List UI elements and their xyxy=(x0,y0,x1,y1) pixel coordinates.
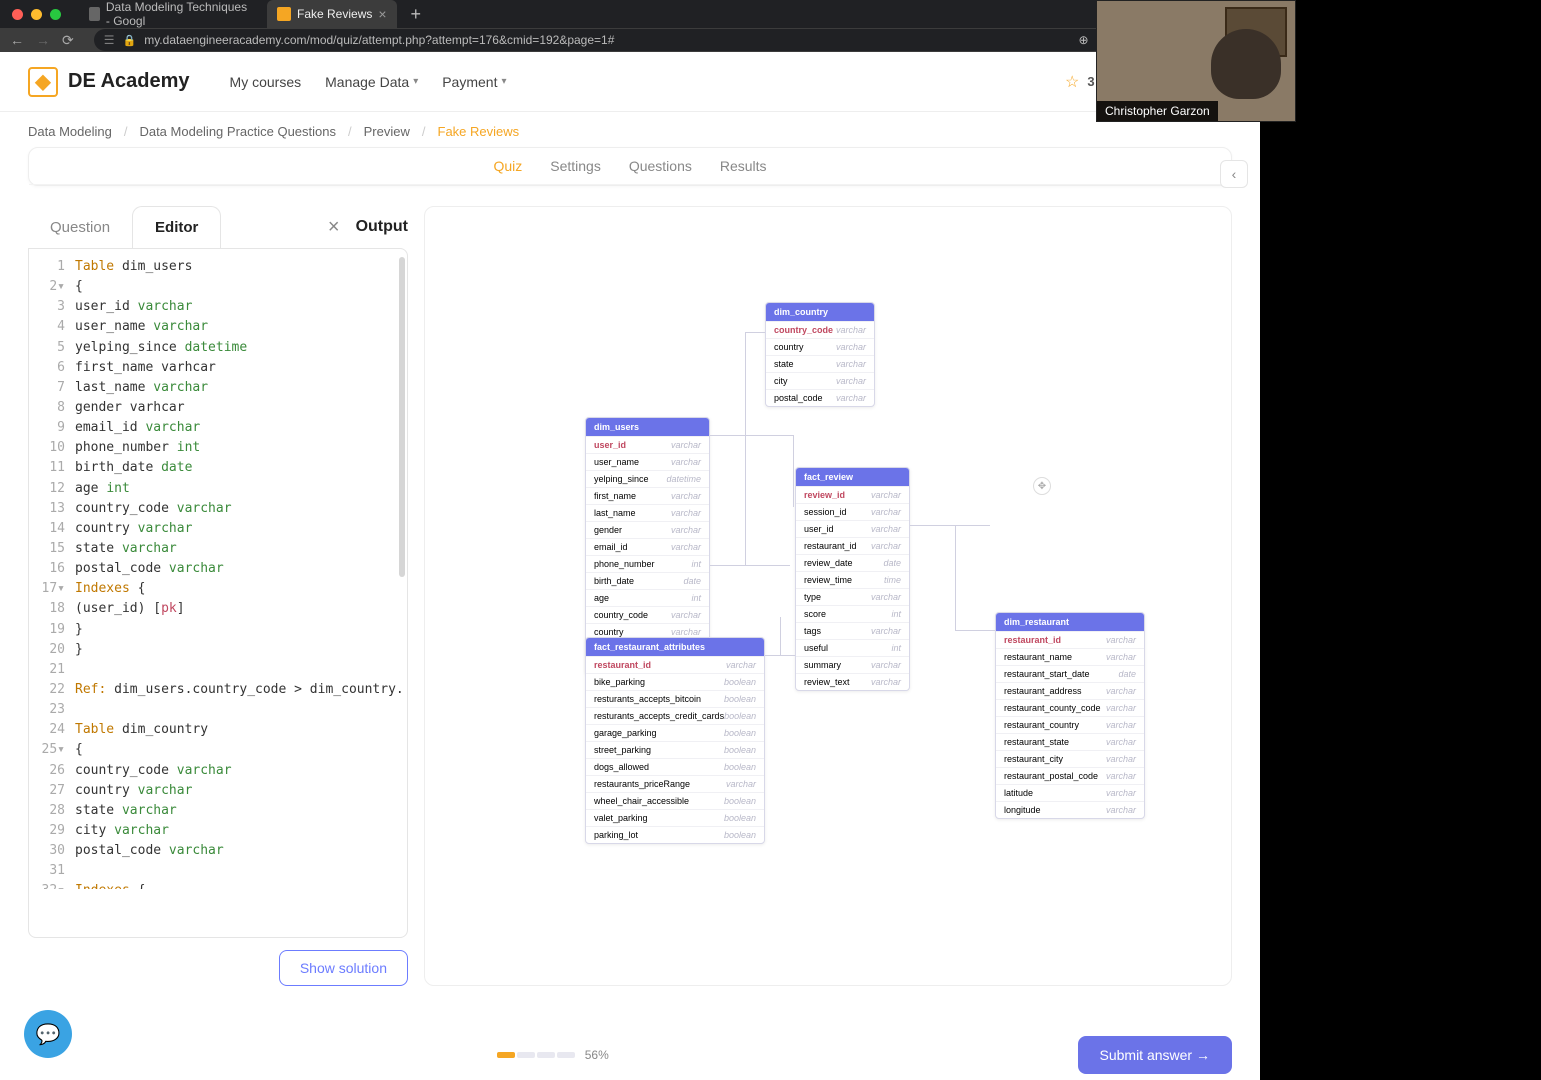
tab-quiz[interactable]: Quiz xyxy=(493,158,522,174)
tab-questions[interactable]: Questions xyxy=(629,158,692,174)
karma-count: 3 xyxy=(1087,74,1094,89)
back-icon[interactable]: ← xyxy=(10,32,24,49)
submit-answer-button[interactable]: Submit answer → xyxy=(1078,1036,1232,1074)
address-bar: ← → ⟳ ☰ 🔒 my.dataengineeracademy.com/mod… xyxy=(0,28,1260,52)
nav-my-courses[interactable]: My courses xyxy=(230,74,302,90)
forward-icon[interactable]: → xyxy=(36,32,50,49)
output-heading: Output xyxy=(356,218,408,236)
tab-settings[interactable]: Settings xyxy=(550,158,601,174)
star-icon: ☆ xyxy=(1065,72,1079,92)
tab-bar: Data Modeling Techniques - Googl Fake Re… xyxy=(0,0,1260,28)
breadcrumb: Data Modeling/ Data Modeling Practice Qu… xyxy=(0,112,1260,139)
logo[interactable]: ◆ DE Academy xyxy=(28,67,190,97)
crumb-current: Fake Reviews xyxy=(438,124,520,139)
close-window-icon[interactable] xyxy=(12,9,23,20)
tab-editor[interactable]: Editor xyxy=(132,206,221,248)
output-panel[interactable]: dim_countrycountry_codevarcharcountryvar… xyxy=(424,206,1232,986)
progress-percent: 56% xyxy=(585,1048,609,1062)
close-editor-icon[interactable]: × xyxy=(320,212,348,243)
webcam-overlay: Christopher Garzon xyxy=(1096,0,1296,122)
quiz-tabs: Quiz Settings Questions Results xyxy=(29,148,1231,185)
collapse-panel-button[interactable]: ‹ xyxy=(1220,160,1248,188)
crumb-link[interactable]: Data Modeling xyxy=(28,124,112,139)
tab-title: Fake Reviews xyxy=(297,7,372,21)
nav-manage-data[interactable]: Manage Data▾ xyxy=(325,74,418,90)
reader-icon[interactable]: ☰ xyxy=(104,33,115,47)
minimize-window-icon[interactable] xyxy=(31,9,42,20)
db-table-fact_review[interactable]: fact_reviewreview_idvarcharsession_idvar… xyxy=(795,467,910,691)
person-silhouette xyxy=(1211,29,1281,99)
new-tab-button[interactable]: + xyxy=(405,4,428,25)
black-sidebar xyxy=(1260,0,1541,1080)
progress-indicator: 56% xyxy=(497,1048,609,1062)
browser-chrome: Data Modeling Techniques - Googl Fake Re… xyxy=(0,0,1260,52)
chevron-down-icon: ▾ xyxy=(501,76,506,87)
tab-question[interactable]: Question xyxy=(28,207,132,248)
site-header: ◆ DE Academy My courses Manage Data▾ Pay… xyxy=(0,52,1260,112)
url-text: my.dataengineeracademy.com/mod/quiz/atte… xyxy=(144,33,1070,47)
browser-tab-2[interactable]: Fake Reviews × xyxy=(267,0,397,28)
reload-icon[interactable]: ⟳ xyxy=(62,32,74,49)
tab-results[interactable]: Results xyxy=(720,158,767,174)
db-table-dim_country[interactable]: dim_countrycountry_codevarcharcountryvar… xyxy=(765,302,875,407)
main-content: Question Editor × Output 1Table dim_user… xyxy=(0,186,1260,1006)
code-editor[interactable]: 1Table dim_users 2▾{ 3user_id varchar 4u… xyxy=(28,248,408,938)
favicon-icon xyxy=(89,7,100,21)
lock-icon: 🔒 xyxy=(123,34,137,47)
zoom-icon[interactable]: ⊕ xyxy=(1079,33,1089,47)
maximize-window-icon[interactable] xyxy=(50,9,61,20)
quiz-sheet: Quiz Settings Questions Results xyxy=(28,147,1232,186)
crumb-link[interactable]: Preview xyxy=(364,124,410,139)
window-controls[interactable] xyxy=(12,9,61,20)
bottom-bar: 56% Submit answer → xyxy=(28,1036,1232,1074)
logo-icon: ◆ xyxy=(28,67,58,97)
tab-title: Data Modeling Techniques - Googl xyxy=(106,0,249,28)
nav-payment[interactable]: Payment▾ xyxy=(442,74,506,90)
scrollbar[interactable] xyxy=(399,257,405,577)
favicon-icon xyxy=(277,7,291,21)
chat-bubble-button[interactable]: 💬 xyxy=(24,1010,72,1058)
chevron-down-icon: ▾ xyxy=(413,76,418,87)
db-table-dim_restaurant[interactable]: dim_restaurantrestaurant_idvarcharrestau… xyxy=(995,612,1145,819)
presenter-name: Christopher Garzon xyxy=(1097,101,1218,121)
db-table-fact_restaurant_attributes[interactable]: fact_restaurant_attributesrestaurant_idv… xyxy=(585,637,765,844)
grab-cursor-icon: ✥ xyxy=(1033,477,1051,495)
close-tab-icon[interactable]: × xyxy=(378,6,386,22)
browser-tab-1[interactable]: Data Modeling Techniques - Googl xyxy=(79,0,259,28)
brand-name: DE Academy xyxy=(68,70,190,93)
crumb-link[interactable]: Data Modeling Practice Questions xyxy=(139,124,336,139)
url-field[interactable]: ☰ 🔒 my.dataengineeracademy.com/mod/quiz/… xyxy=(94,29,1154,51)
show-solution-button[interactable]: Show solution xyxy=(279,950,408,986)
